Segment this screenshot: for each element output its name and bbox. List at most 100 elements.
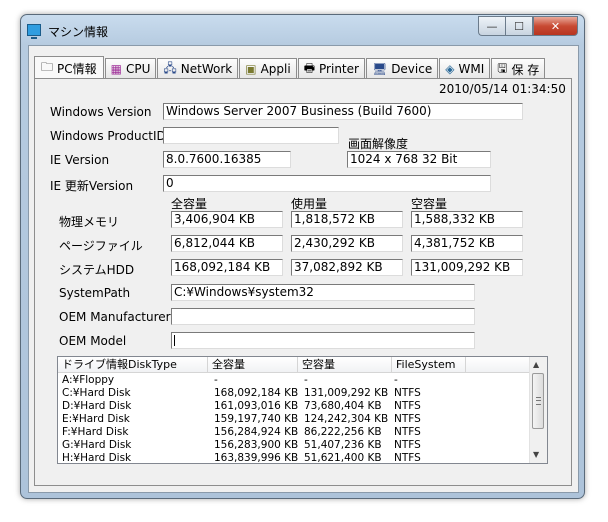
window-title: マシン情報 bbox=[48, 25, 109, 39]
system-hdd-free[interactable]: 131,009,292 KB bbox=[411, 259, 523, 276]
drive-filesystem: NTFS bbox=[394, 387, 421, 399]
system-hdd-total[interactable]: 168,092,184 KB bbox=[171, 259, 283, 276]
windows-version-label: Windows Version bbox=[50, 105, 152, 119]
drive-total: 161,093,016 KB bbox=[214, 400, 299, 412]
folder-icon: 🗀 bbox=[41, 59, 54, 74]
tab-pc-info[interactable]: 🗀 PC情報 bbox=[34, 56, 104, 79]
drive-free: 51,407,236 KB bbox=[304, 439, 382, 451]
column-header-filesystem[interactable]: FileSystem bbox=[392, 357, 466, 372]
wmi-icon: ◈ bbox=[445, 62, 455, 76]
system-path-field[interactable]: C:¥Windows¥system32 bbox=[171, 284, 475, 301]
oem-manufacturer-field[interactable] bbox=[171, 308, 475, 325]
text-cursor bbox=[174, 335, 175, 346]
resolution-label: 画面解像度 bbox=[348, 137, 409, 151]
scroll-thumb[interactable] bbox=[532, 373, 544, 429]
drive-filesystem: NTFS bbox=[394, 400, 421, 412]
tab-appli[interactable]: ▣ Appli bbox=[239, 58, 297, 79]
page-file-label: ページファイル bbox=[59, 239, 143, 253]
page-file-used[interactable]: 2,430,292 KB bbox=[291, 235, 403, 252]
column-header-total[interactable]: 全容量 bbox=[208, 357, 298, 372]
drive-list-header: ドライブ情報DiskType 全容量 空容量 FileSystem bbox=[58, 357, 530, 373]
vertical-scrollbar[interactable]: ▲ ▼ bbox=[529, 357, 547, 463]
tab-label: CPU bbox=[125, 62, 151, 76]
drive-total: 163,839,996 KB bbox=[214, 452, 299, 464]
oem-manufacturer-label: OEM Manufacturer bbox=[59, 310, 171, 324]
resolution-field[interactable]: 1024 x 768 32 Bit bbox=[347, 151, 491, 168]
drive-total: 159,197,740 KB bbox=[214, 413, 299, 425]
drive-filesystem: NTFS bbox=[394, 439, 421, 451]
drive-filesystem: NTFS bbox=[394, 413, 421, 425]
product-id-label: Windows ProductID bbox=[50, 129, 166, 143]
ie-update-field[interactable]: 0 bbox=[163, 175, 491, 192]
total-capacity-header: 全容量 bbox=[171, 197, 208, 211]
column-header-disk-type[interactable]: ドライブ情報DiskType bbox=[58, 357, 208, 372]
drive-free: 73,680,404 KB bbox=[304, 400, 382, 412]
monitor-icon bbox=[27, 24, 41, 39]
physical-memory-free[interactable]: 1,588,332 KB bbox=[411, 211, 523, 228]
tab-label: Printer bbox=[319, 62, 359, 76]
physical-memory-total[interactable]: 3,406,904 KB bbox=[171, 211, 283, 228]
system-path-label: SystemPath bbox=[59, 286, 131, 300]
drive-name: A:¥Floppy bbox=[62, 374, 115, 386]
drive-name: D:¥Hard Disk bbox=[62, 400, 132, 412]
tab-network[interactable]: 🖧 NetWork bbox=[157, 58, 239, 79]
tab-label: 保 存 bbox=[511, 62, 540, 77]
tab-label: WMI bbox=[458, 62, 485, 76]
drive-list[interactable]: ドライブ情報DiskType 全容量 空容量 FileSystem A:¥Flo… bbox=[57, 356, 548, 464]
maximize-button[interactable]: ☐ bbox=[505, 16, 533, 36]
network-icon: 🖧 bbox=[163, 60, 177, 75]
client-area: 🗀 PC情報 ▦ CPU 🖧 NetWork ▣ Appli 🖶 Printer 🖥 Dev… bbox=[28, 45, 579, 493]
product-id-field[interactable] bbox=[163, 127, 339, 144]
oem-model-field[interactable] bbox=[171, 332, 475, 349]
drive-name: F:¥Hard Disk bbox=[62, 426, 129, 438]
close-button[interactable]: ✕ bbox=[533, 16, 578, 36]
app-window: マシン情報 — ☐ ✕ 🗀 PC情報 ▦ CPU 🖧 NetWork ▣ Appli 🖶… bbox=[20, 14, 585, 499]
used-capacity-header: 使用量 bbox=[291, 197, 328, 211]
tab-strip: 🗀 PC情報 ▦ CPU 🖧 NetWork ▣ Appli 🖶 Printer 🖥 Dev… bbox=[34, 56, 546, 79]
drive-filesystem: - bbox=[394, 374, 398, 386]
tab-wmi[interactable]: ◈ WMI bbox=[439, 58, 491, 79]
tab-cpu[interactable]: ▦ CPU bbox=[104, 58, 157, 79]
windows-version-field[interactable]: Windows Server 2007 Business (Build 7600… bbox=[163, 103, 523, 120]
scroll-up-icon[interactable]: ▲ bbox=[533, 360, 539, 369]
drive-total: 156,283,900 KB bbox=[214, 439, 299, 451]
printer-icon: 🖶 bbox=[303, 60, 316, 75]
window-controls: — ☐ ✕ bbox=[478, 16, 578, 36]
drive-free: 131,009,292 KB bbox=[304, 387, 389, 399]
tab-device[interactable]: 🖥 Device bbox=[365, 58, 439, 79]
drive-free: - bbox=[304, 374, 308, 386]
tab-label: Device bbox=[391, 62, 433, 76]
drive-filesystem: NTFS bbox=[394, 452, 421, 464]
free-capacity-header: 空容量 bbox=[411, 197, 448, 211]
minimize-button[interactable]: — bbox=[478, 16, 505, 36]
pc-info-panel: 2010/05/14 01:34:50 Windows Version Wind… bbox=[34, 78, 572, 486]
physical-memory-used[interactable]: 1,818,572 KB bbox=[291, 211, 403, 228]
chip-icon: ▦ bbox=[110, 62, 122, 76]
timestamp: 2010/05/14 01:34:50 bbox=[439, 82, 566, 96]
page-file-free[interactable]: 4,381,752 KB bbox=[411, 235, 523, 252]
drive-free: 86,222,256 KB bbox=[304, 426, 382, 438]
tab-printer[interactable]: 🖶 Printer bbox=[297, 58, 365, 79]
scroll-down-icon[interactable]: ▼ bbox=[533, 450, 539, 459]
title-bar[interactable]: マシン情報 — ☐ ✕ bbox=[21, 15, 584, 45]
device-icon: 🖥 bbox=[371, 62, 388, 76]
ie-version-field[interactable]: 8.0.7600.16385 bbox=[163, 151, 291, 168]
tab-label: Appli bbox=[260, 62, 291, 76]
tab-save[interactable]: 🖫 保 存 bbox=[491, 58, 546, 79]
system-hdd-used[interactable]: 37,082,892 KB bbox=[291, 259, 403, 276]
drive-filesystem: NTFS bbox=[394, 426, 421, 438]
drive-free: 124,242,304 KB bbox=[304, 413, 389, 425]
system-hdd-label: システムHDD bbox=[59, 263, 135, 277]
drive-name: H:¥Hard Disk bbox=[62, 452, 132, 464]
drive-total: - bbox=[214, 374, 218, 386]
app-icon: ▣ bbox=[245, 62, 257, 76]
save-icon: 🖫 bbox=[497, 60, 508, 75]
oem-model-label: OEM Model bbox=[59, 334, 127, 348]
physical-memory-label: 物理メモリ bbox=[59, 215, 120, 229]
page-file-total[interactable]: 6,812,044 KB bbox=[171, 235, 283, 252]
ie-update-label: IE 更新Version bbox=[50, 179, 134, 193]
tab-label: PC情報 bbox=[57, 61, 97, 76]
grip-icon bbox=[536, 397, 541, 405]
drive-name: G:¥Hard Disk bbox=[62, 439, 132, 451]
column-header-free[interactable]: 空容量 bbox=[298, 357, 392, 372]
